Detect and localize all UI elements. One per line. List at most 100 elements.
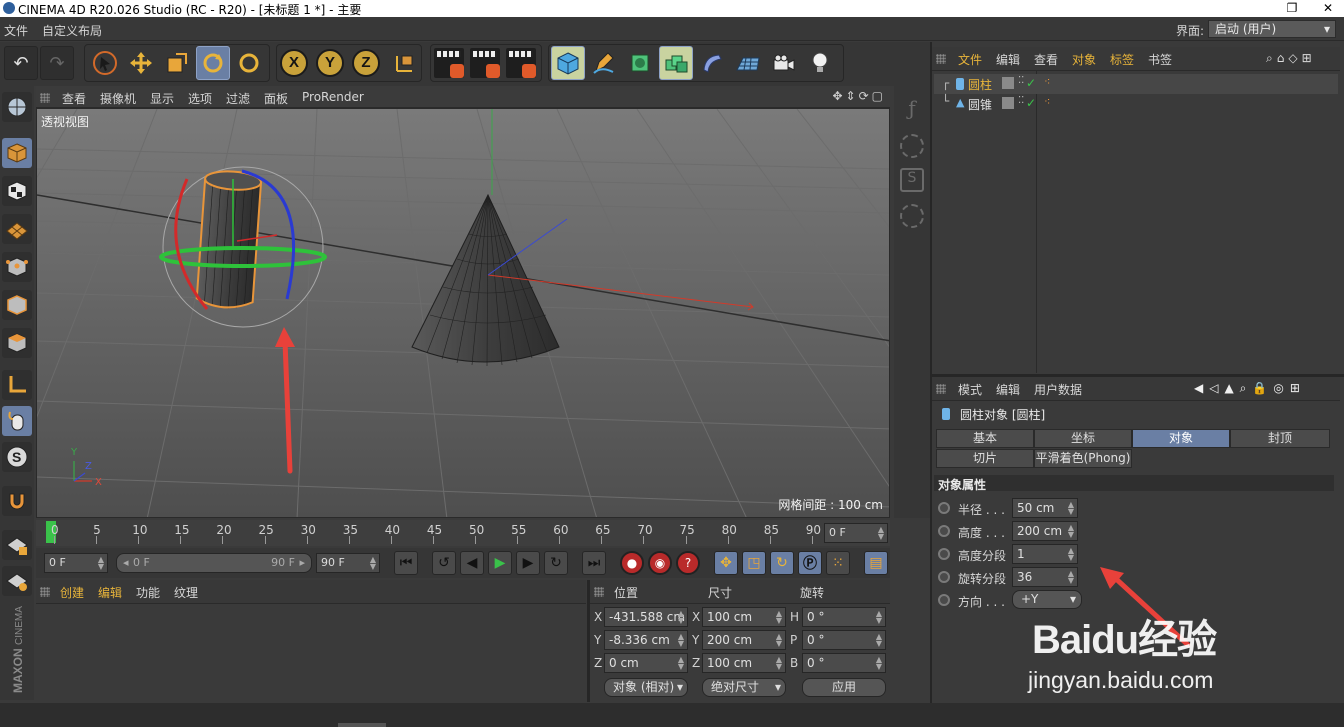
viewport-menu-options[interactable]: 选项 [188, 90, 212, 107]
apply-button[interactable]: 应用 [802, 678, 886, 697]
coordinate-system-button[interactable] [388, 46, 422, 80]
drag-handle-icon[interactable] [594, 587, 604, 597]
animate-rotation-segments-radio[interactable] [938, 571, 950, 583]
tab-basic[interactable]: 基本 [936, 429, 1034, 448]
om-menu-edit[interactable]: 编辑 [996, 51, 1020, 68]
object-row-cone[interactable]: └ ▲ 圆锥 ⁚⁚ ✓ ⁖ [934, 94, 1338, 114]
scroll-indicator[interactable] [338, 723, 386, 727]
cylinder-object[interactable] [195, 170, 263, 311]
layer-icon[interactable] [1002, 97, 1014, 109]
rotation-segments-field[interactable]: 36 ▲ ▼ [1012, 567, 1078, 587]
render-settings-button[interactable] [506, 48, 536, 78]
recent-tool-button[interactable] [232, 46, 266, 80]
tab-caps[interactable]: 封顶 [1230, 429, 1330, 448]
size-y-field[interactable]: 200 cm ▲ ▼ [702, 630, 786, 650]
size-mode-dropdown[interactable]: 绝对尺寸 ▾ [702, 678, 786, 697]
move-tool-button[interactable] [124, 46, 158, 80]
om-menu-tags[interactable]: 标签 [1110, 51, 1134, 68]
size-x-field[interactable]: 100 cm ▲ ▼ [702, 607, 786, 627]
camera-object-button[interactable] [767, 46, 801, 80]
am-menu-user-data[interactable]: 用户数据 [1034, 381, 1082, 398]
bottom-divider[interactable] [587, 580, 590, 702]
visibility-dots-icon[interactable]: ⁚⁚ [1018, 75, 1024, 86]
record-parameter-button[interactable]: Ⓟ [798, 551, 822, 575]
texture-mode-button[interactable] [2, 176, 32, 206]
om-menu-bookmarks[interactable]: 书签 [1148, 51, 1172, 68]
model-mode-button[interactable] [2, 138, 32, 168]
perspective-viewport[interactable]: 透视视图 Y Z X 网格间距 : 100 cm [36, 108, 890, 518]
previous-frame-button[interactable]: ◀ [460, 551, 484, 575]
position-z-field[interactable]: 0 cm ▲ ▼ [604, 653, 688, 673]
undo-button[interactable]: ↶ [4, 46, 38, 80]
deformer-button[interactable] [695, 46, 729, 80]
go-to-start-button[interactable]: ⏮ [394, 551, 418, 575]
magnet-button[interactable] [2, 486, 32, 516]
viewport-nav-icons[interactable]: ✥⇕⟳▢ [832, 89, 886, 103]
rotate-tool-button[interactable] [196, 46, 230, 80]
horizontal-divider[interactable] [932, 374, 1344, 377]
autokey-button[interactable]: ◉ [648, 551, 672, 575]
radius-field[interactable]: 50 cm ▲ ▼ [1012, 498, 1078, 518]
keyframe-selection-button[interactable]: ? [676, 551, 700, 575]
position-x-field[interactable]: -431.588 cm ▲ ▼ [604, 607, 688, 627]
tab-object[interactable]: 对象 [1132, 429, 1230, 448]
cube-object-button[interactable] [551, 46, 585, 80]
material-menu-function[interactable]: 功能 [136, 584, 160, 601]
render-to-picture-viewer-button[interactable] [470, 48, 500, 78]
spline-gear-icon[interactable] [900, 134, 924, 158]
viewport-menu-display[interactable]: 显示 [150, 90, 174, 107]
start-frame-field[interactable]: 0 F ▲ ▼ [44, 553, 108, 573]
tab-coordinates[interactable]: 坐标 [1034, 429, 1132, 448]
drag-handle-icon[interactable] [40, 587, 50, 597]
layer-icon[interactable] [1002, 77, 1014, 89]
material-list-area[interactable] [36, 604, 586, 700]
locked-workplane-button[interactable] [2, 530, 32, 560]
enabled-check-icon[interactable]: ✓ [1026, 96, 1036, 110]
record-scale-button[interactable]: ◳ [742, 551, 766, 575]
redo-button[interactable]: ↷ [40, 46, 74, 80]
z-axis-lock-button[interactable]: Z [352, 49, 380, 77]
tab-slice[interactable]: 切片 [936, 449, 1034, 468]
viewport-menu-prorender[interactable]: ProRender [302, 90, 364, 104]
y-axis-lock-button[interactable]: Y [316, 49, 344, 77]
object-name[interactable]: 圆锥 [968, 96, 992, 113]
enable-axis-button[interactable] [2, 370, 32, 400]
animate-height-segments-radio[interactable] [938, 548, 950, 560]
timeline-window-button[interactable]: ▤ [864, 551, 888, 575]
array-generator-button[interactable] [659, 46, 693, 80]
light-object-button[interactable] [803, 46, 837, 80]
rotation-p-field[interactable]: 0 ° ▲ ▼ [802, 630, 886, 650]
viewport-menu-panel[interactable]: 面板 [264, 90, 288, 107]
material-menu-create[interactable]: 创建 [60, 584, 84, 601]
rotation-h-field[interactable]: 0 ° ▲ ▼ [802, 607, 886, 627]
viewport-menu-cameras[interactable]: 摄像机 [100, 90, 136, 107]
rotation-b-field[interactable]: 0 ° ▲ ▼ [802, 653, 886, 673]
settings-gear-icon[interactable] [900, 204, 924, 228]
om-menu-file[interactable]: 文件 [958, 51, 982, 68]
vertical-divider[interactable] [930, 42, 932, 703]
enabled-check-icon[interactable]: ✓ [1026, 76, 1036, 90]
function-f-icon[interactable]: ƒ [898, 96, 926, 124]
drag-handle-icon[interactable] [936, 384, 946, 394]
record-position-button[interactable]: ✥ [714, 551, 738, 575]
select-tool-button[interactable] [88, 46, 122, 80]
am-menu-mode[interactable]: 模式 [958, 381, 982, 398]
subdivision-surface-button[interactable] [623, 46, 657, 80]
object-row-cylinder[interactable]: ┌ 圆柱 ⁚⁚ ✓ ⁖ [934, 74, 1338, 94]
snapping-button[interactable]: S [2, 442, 32, 472]
menu-file[interactable]: 文件 [4, 22, 28, 39]
object-name[interactable]: 圆柱 [968, 76, 992, 93]
polygons-mode-button[interactable] [2, 328, 32, 358]
om-header-icons[interactable]: ⌕⌂◇⊞ [1266, 51, 1316, 66]
play-button[interactable]: ▶ [488, 551, 512, 575]
timeline-ruler[interactable]: 0 5 10 15 20 25 30 35 40 45 50 55 60 65 70 75 80 85 90 0 F… [36, 520, 890, 546]
record-rotation-button[interactable]: ↻ [770, 551, 794, 575]
next-key-button[interactable]: ↻ [544, 551, 568, 575]
size-z-field[interactable]: 100 cm ▲ ▼ [702, 653, 786, 673]
phong-tag-icon[interactable]: ⁖ [1044, 95, 1050, 108]
make-editable-button[interactable] [2, 92, 32, 122]
workplane-mode-button[interactable] [2, 214, 32, 244]
floor-object-button[interactable] [731, 46, 765, 80]
current-frame-field[interactable]: 0 F ▲ ▼ [824, 523, 888, 543]
drag-handle-icon[interactable] [40, 93, 50, 103]
